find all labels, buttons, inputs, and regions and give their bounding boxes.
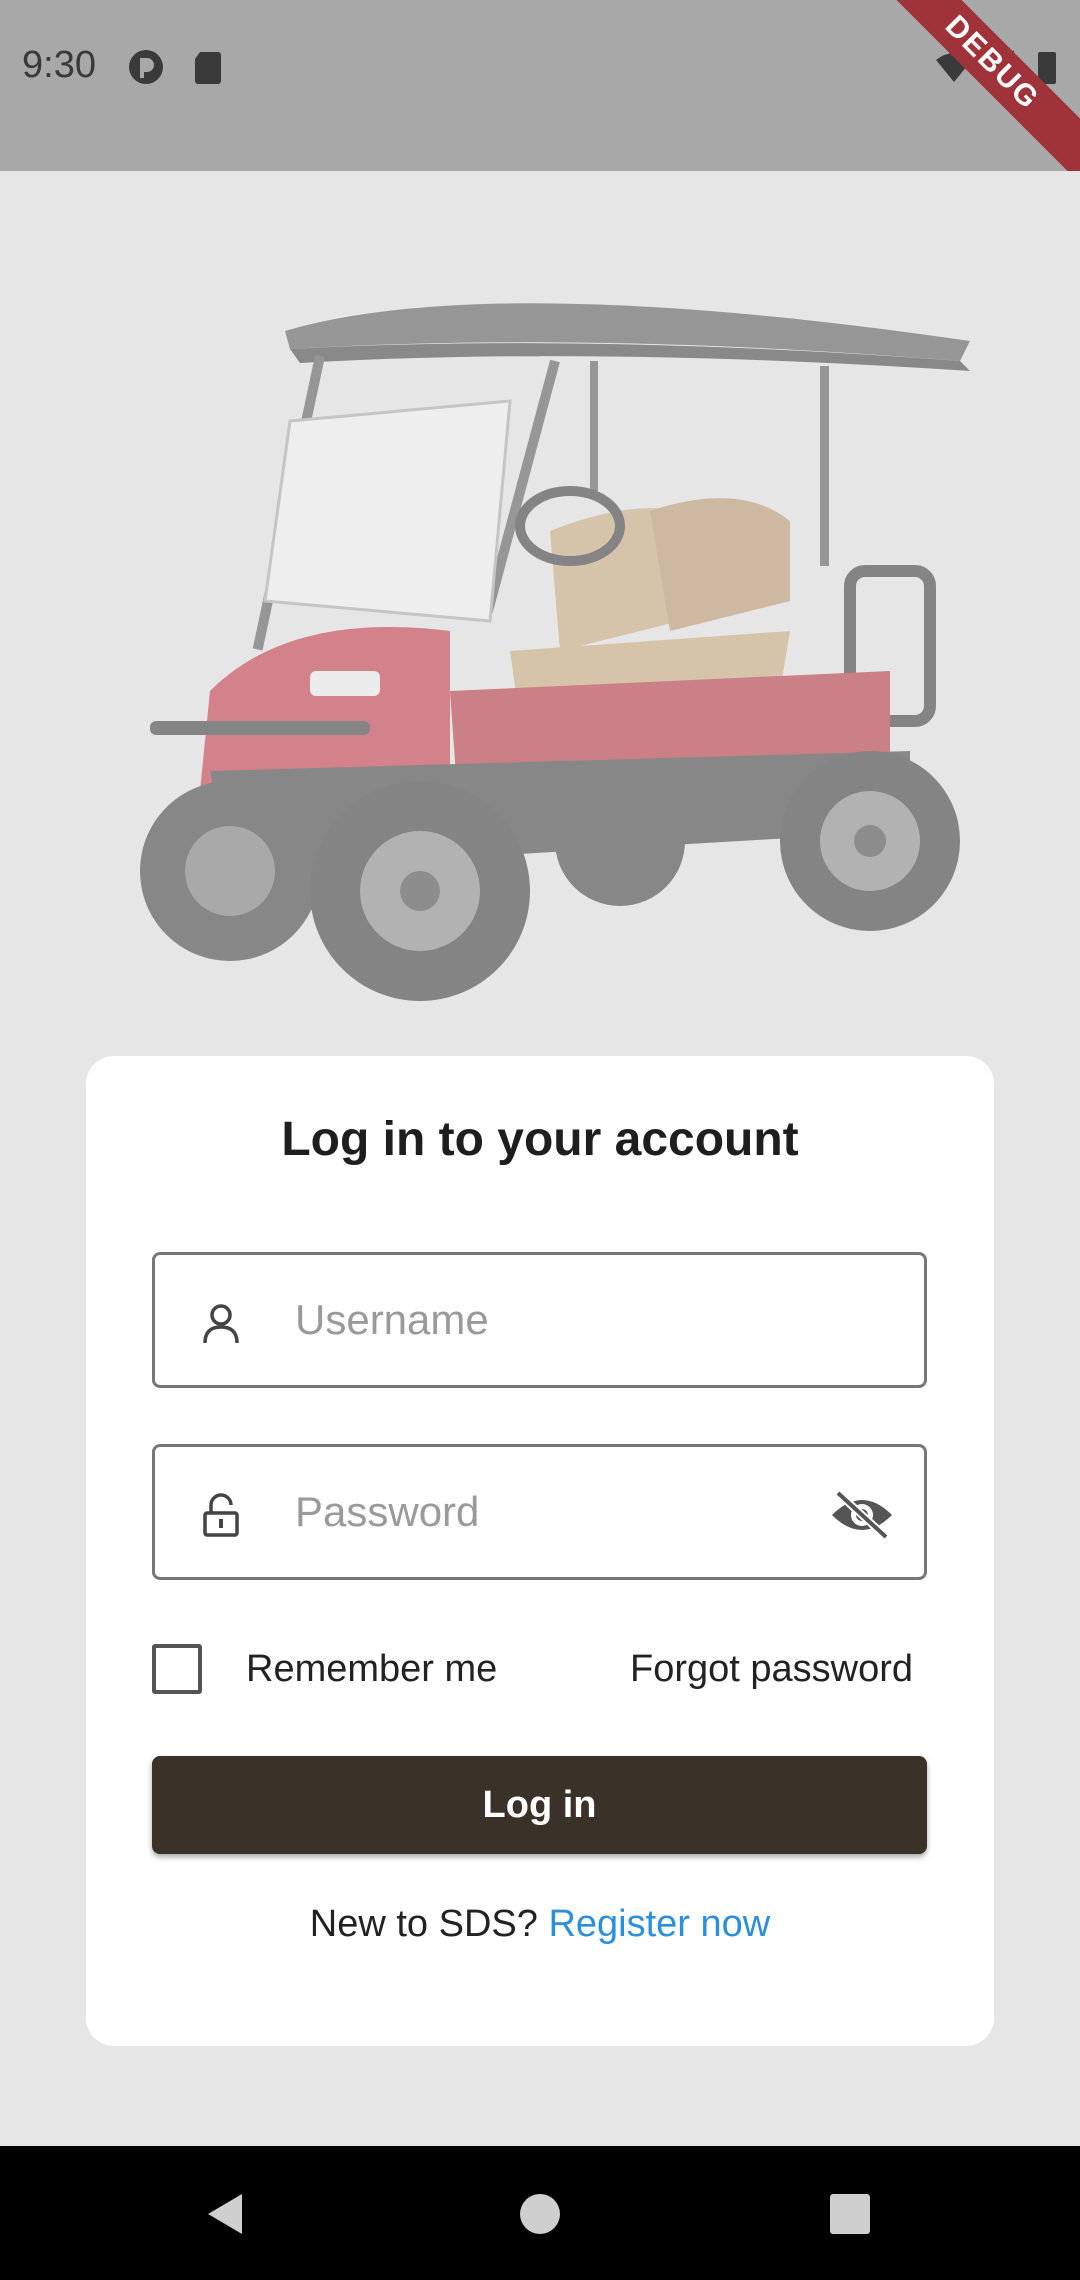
- password-field[interactable]: [152, 1444, 927, 1580]
- register-prompt: New to SDS?: [309, 1903, 549, 1945]
- username-field[interactable]: [152, 1252, 927, 1388]
- login-button[interactable]: Log in: [152, 1756, 927, 1854]
- golf-cart-image: [140, 303, 970, 1001]
- navigation-bar: [0, 2146, 1080, 2280]
- username-input[interactable]: [295, 1255, 855, 1385]
- remember-row: Remember me Forgot password: [152, 1640, 927, 1700]
- user-icon: [203, 1304, 239, 1344]
- status-bar: 9:30 DEBUG: [0, 0, 1080, 171]
- back-icon[interactable]: [202, 2190, 250, 2238]
- register-now-link[interactable]: Register now: [548, 1903, 770, 1945]
- sd-card-icon: [195, 52, 221, 84]
- page-title: Log in to your account: [281, 1113, 799, 1166]
- home-icon[interactable]: [516, 2190, 564, 2238]
- main-content: Log in to your account Username Remember…: [0, 171, 1080, 2146]
- recents-icon[interactable]: [826, 2190, 874, 2238]
- password-input[interactable]: [295, 1447, 855, 1577]
- remember-me-checkbox[interactable]: [152, 1644, 202, 1694]
- register-row: New to SDS? Register now: [86, 1903, 994, 1946]
- forgot-password-link[interactable]: Forgot password: [630, 1648, 913, 1691]
- remember-me-label[interactable]: Remember me: [246, 1648, 497, 1691]
- lock-icon: [203, 1493, 239, 1537]
- status-time: 9:30: [22, 44, 96, 86]
- eye-off-icon[interactable]: [830, 1489, 894, 1541]
- login-card: Log in to your account Username Remember…: [86, 1056, 994, 2046]
- app-notification-icon: [129, 50, 163, 84]
